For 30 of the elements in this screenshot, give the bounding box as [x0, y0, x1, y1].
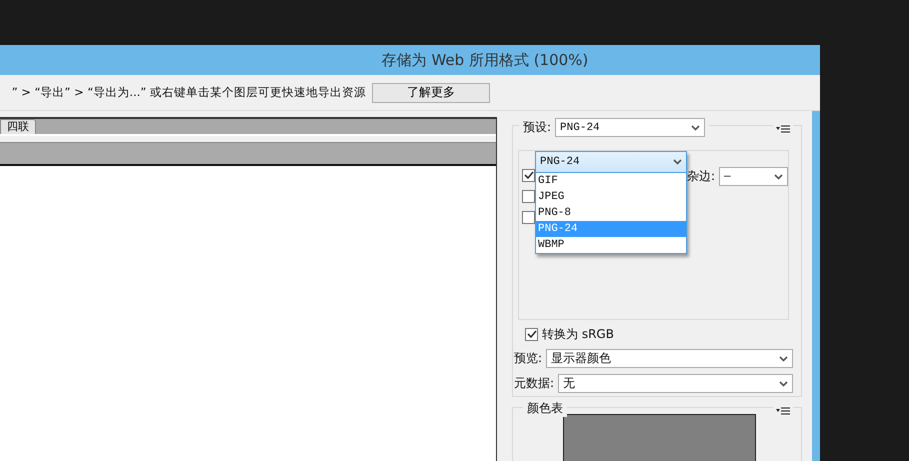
preset-label: 预设: — [523, 119, 552, 136]
learn-more-button[interactable]: 了解更多 — [372, 82, 490, 102]
srgb-label: 转换为 sRGB — [542, 326, 614, 343]
window-title: 存储为 Web 所用格式 (100%) — [380, 50, 590, 70]
preview-select[interactable]: 显示器颜色 — [546, 349, 793, 368]
checkbox[interactable] — [522, 211, 535, 224]
matte-label: 杂边: — [687, 168, 716, 185]
metadata-label: 元数据: — [514, 375, 554, 392]
preview-label: 预览: — [514, 350, 542, 367]
format-option[interactable]: WBMP — [536, 237, 686, 253]
chevron-down-icon — [673, 159, 682, 165]
color-table-title: 颜色表 — [523, 400, 567, 417]
format-select[interactable]: PNG-24 — [536, 152, 686, 173]
panel-menu-icon[interactable] — [776, 407, 790, 415]
view-tab[interactable]: 四联 — [0, 119, 36, 134]
format-option[interactable]: JPEG — [536, 189, 686, 205]
checkbox[interactable] — [522, 190, 535, 203]
panel-menu-icon[interactable] — [776, 125, 790, 133]
chevron-down-icon — [774, 174, 784, 180]
chevron-down-icon — [691, 124, 700, 130]
metadata-select[interactable]: 无 — [558, 374, 793, 393]
export-hint-text: ” > “导出” > “导出为...” 或右键单击某个图层可更快速地导出资源 — [12, 85, 366, 100]
srgb-checkbox[interactable] — [525, 328, 538, 341]
checkbox[interactable] — [522, 169, 535, 182]
format-option[interactable]: PNG-8 — [536, 205, 686, 221]
matte-select[interactable]: — — [719, 167, 788, 186]
chevron-down-icon — [779, 380, 788, 386]
preset-select[interactable]: PNG-24 — [555, 118, 706, 137]
chevron-down-icon — [779, 356, 788, 362]
format-option[interactable]: GIF — [536, 173, 686, 189]
